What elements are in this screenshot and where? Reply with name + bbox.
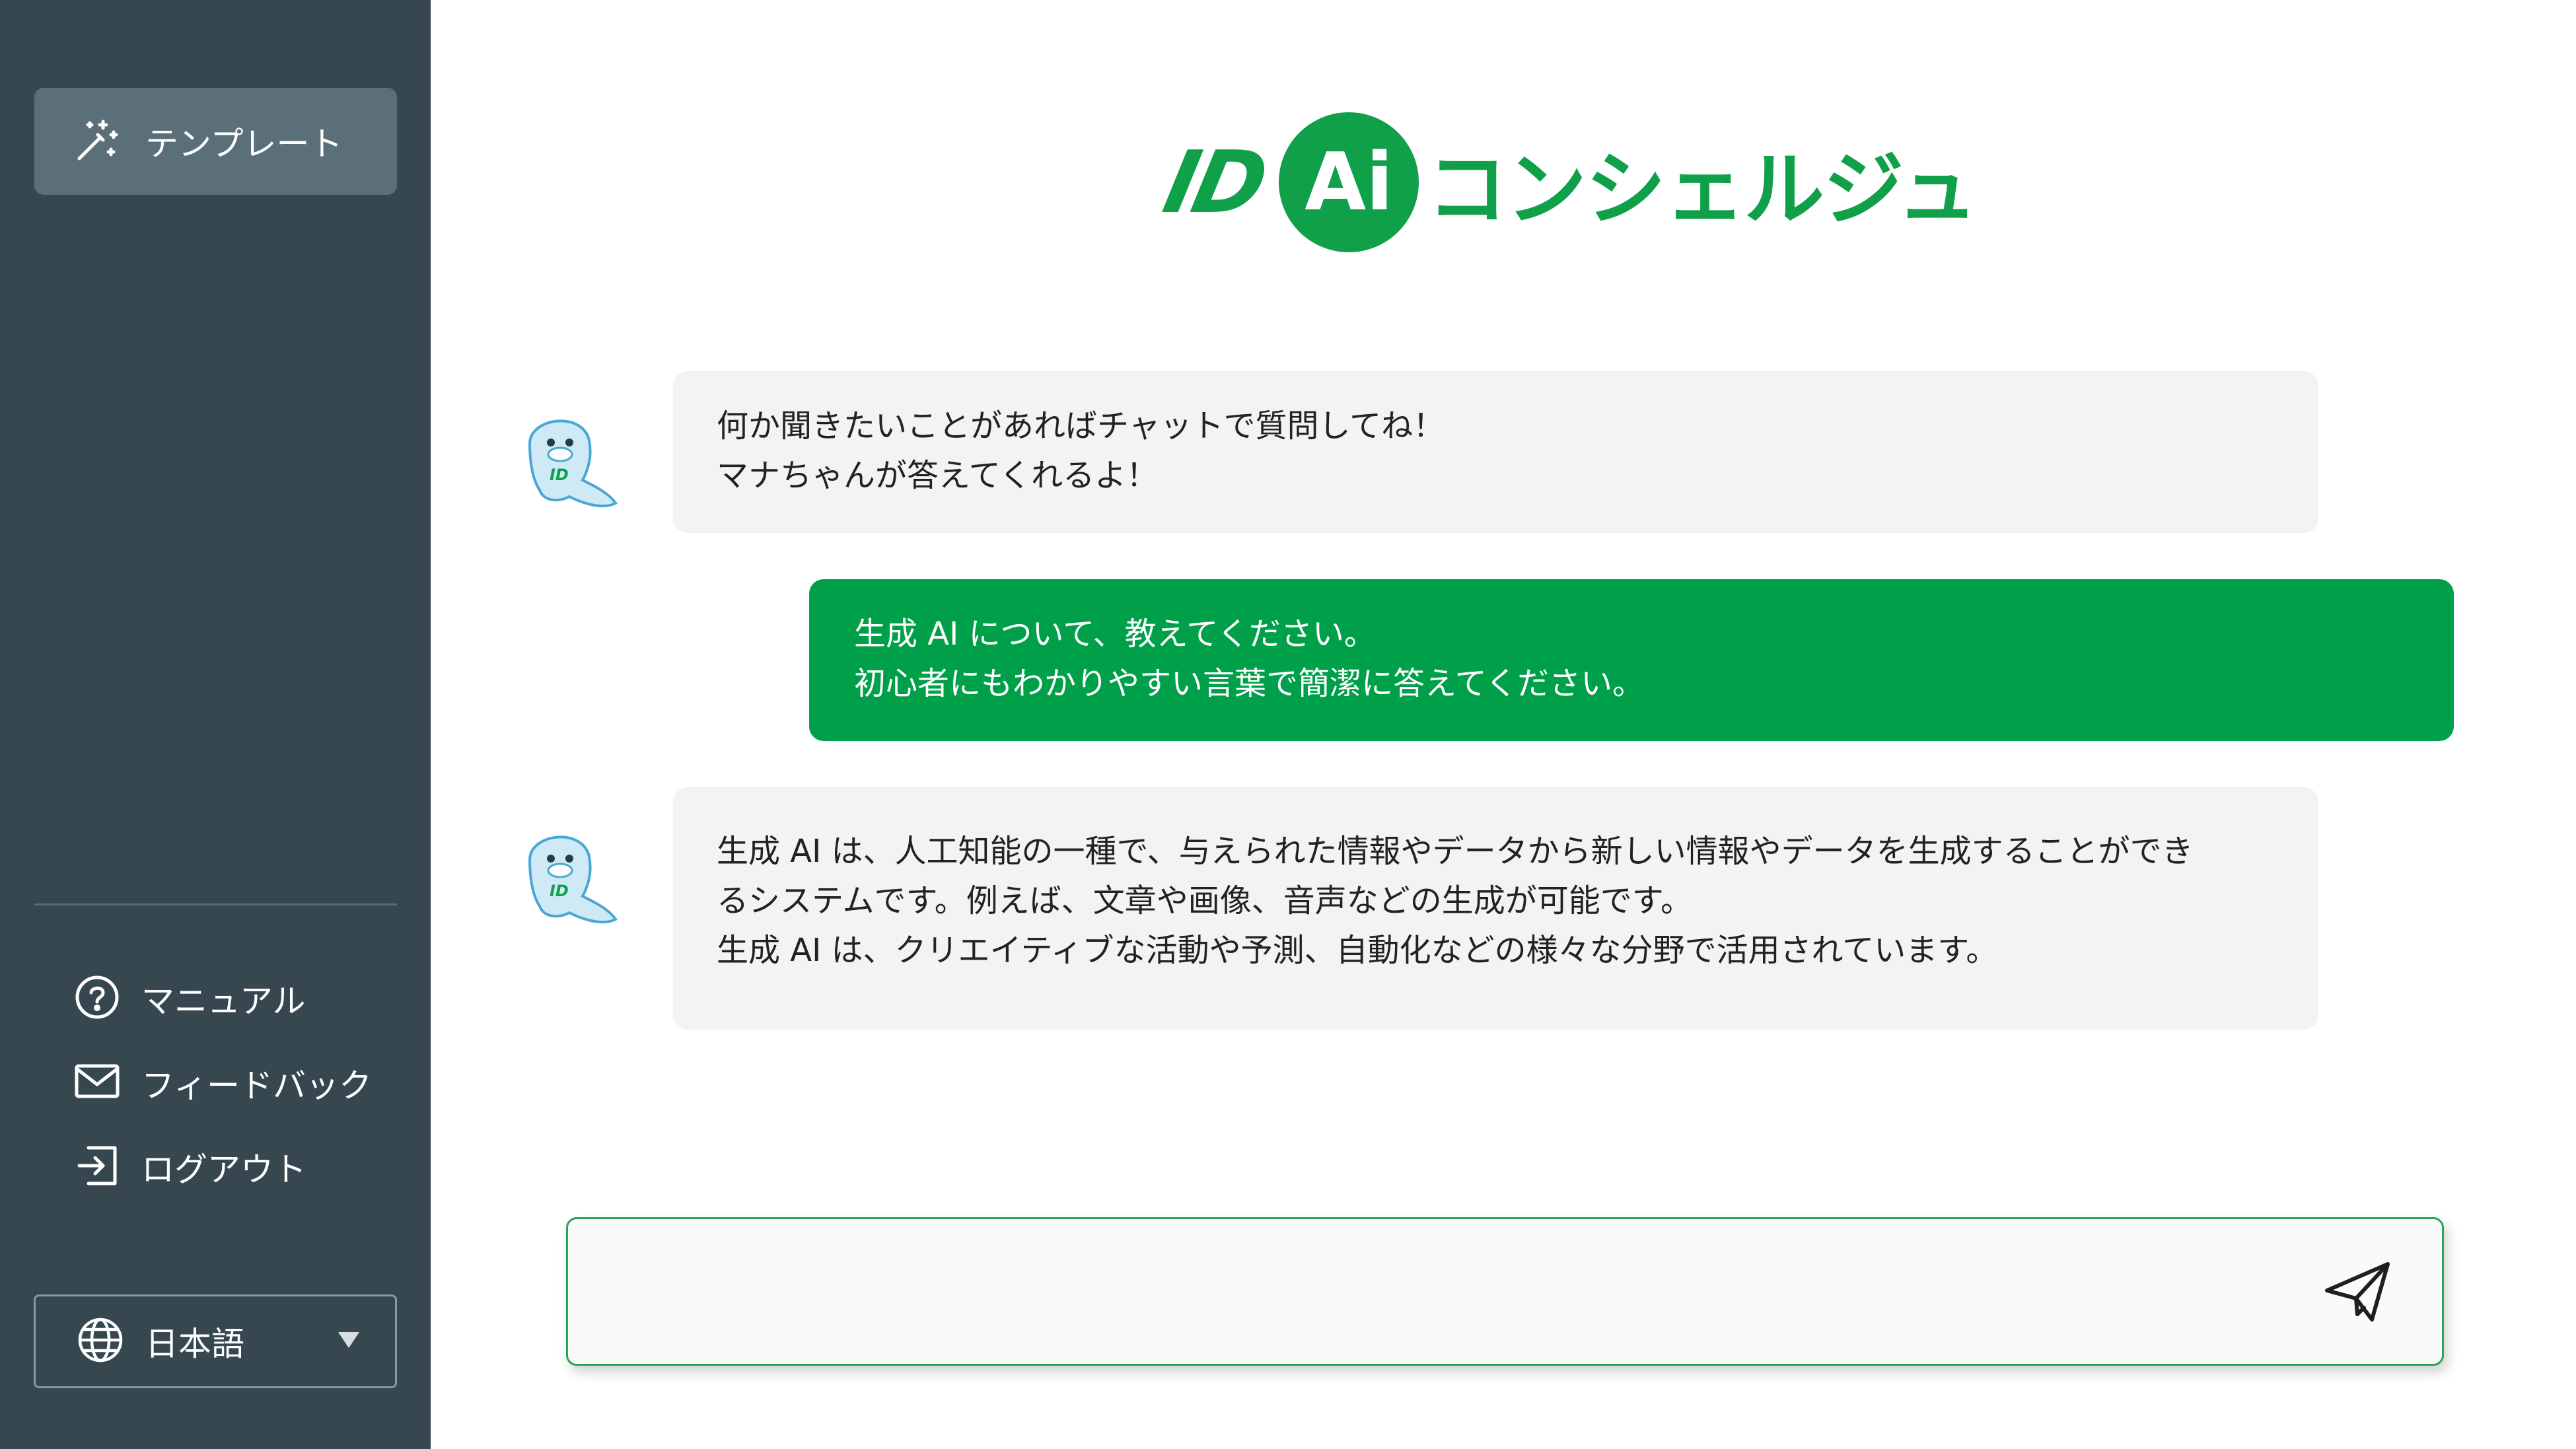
message-line: 生成 AI は、人工知能の一種で、与えられた情報やデータから新しい情報やデータを… [717,833,2194,870]
message-line: 何か聞きたいことがあればチャットで質問してね！ [717,407,1445,444]
app-logo: ID Ai コンシェルジュ [1156,111,1978,254]
chevron-down-icon [337,1329,361,1352]
mascot-avatar: ID [503,404,622,516]
sidebar-item-manual[interactable]: マニュアル [74,969,306,1028]
sidebar-item-label: テンプレート [145,125,343,163]
message-line: マナちゃんが答えてくれるよ！ [717,457,1159,494]
sidebar-item-feedback[interactable]: フィードバック [74,1053,372,1113]
logo-name: コンシェルジュ [1427,142,1977,236]
svg-text:ID: ID [550,466,569,484]
user-message: 生成 AI について、教えてください。 初心者にもわかりやすい言葉で簡潔に答えて… [809,579,2454,741]
message-line: るシステムです。例えば、文章や画像、音声などの生成が可能です。 [717,882,1692,919]
language-select[interactable]: 日本語 [34,1294,397,1388]
mail-icon [74,1062,120,1104]
sidebar-item-template[interactable]: テンプレート [34,88,397,195]
sidebar-item-label: ログアウト [141,1150,306,1189]
message-line: 生成 AI について、教えてください。 [854,616,1376,653]
help-circle-icon [74,974,120,1023]
sidebar-item-logout[interactable]: ログアウト [74,1137,306,1197]
logout-icon [74,1143,120,1191]
message-line: 初心者にもわかりやすい言葉で簡潔に答えてください。 [854,665,1645,702]
svg-text:ID: ID [550,882,569,900]
sidebar-item-label: マニュアル [141,982,306,1020]
chat-input[interactable] [594,1246,2314,1339]
paper-plane-icon[interactable] [2323,1260,2392,1326]
sidebar-item-label: フィードバック [141,1067,372,1105]
sidebar-divider [34,903,397,905]
bot-message: 何か聞きたいことがあればチャットで質問してね！ マナちゃんが答えてくれるよ！ [673,371,2318,533]
magic-wand-icon [74,116,122,166]
logo-ai-text: Ai [1305,136,1394,229]
message-line: 生成 AI は、クリエイティブな活動や予測、自動化などの様々な分野で活用されてい… [717,932,1998,969]
logo-id-mark: ID [1155,132,1273,232]
mascot-avatar: ID [503,820,622,933]
language-label: 日本語 [145,1325,244,1363]
sidebar: テンプレート マニュアル フィードバック ログアウト 日本語 [0,0,431,1449]
logo-ai-badge: Ai [1279,112,1419,252]
bot-message: 生成 AI は、人工知能の一種で、与えられた情報やデータから新しい情報やデータを… [673,787,2318,1030]
globe-icon [77,1316,124,1366]
chat-composer [566,1217,2444,1366]
